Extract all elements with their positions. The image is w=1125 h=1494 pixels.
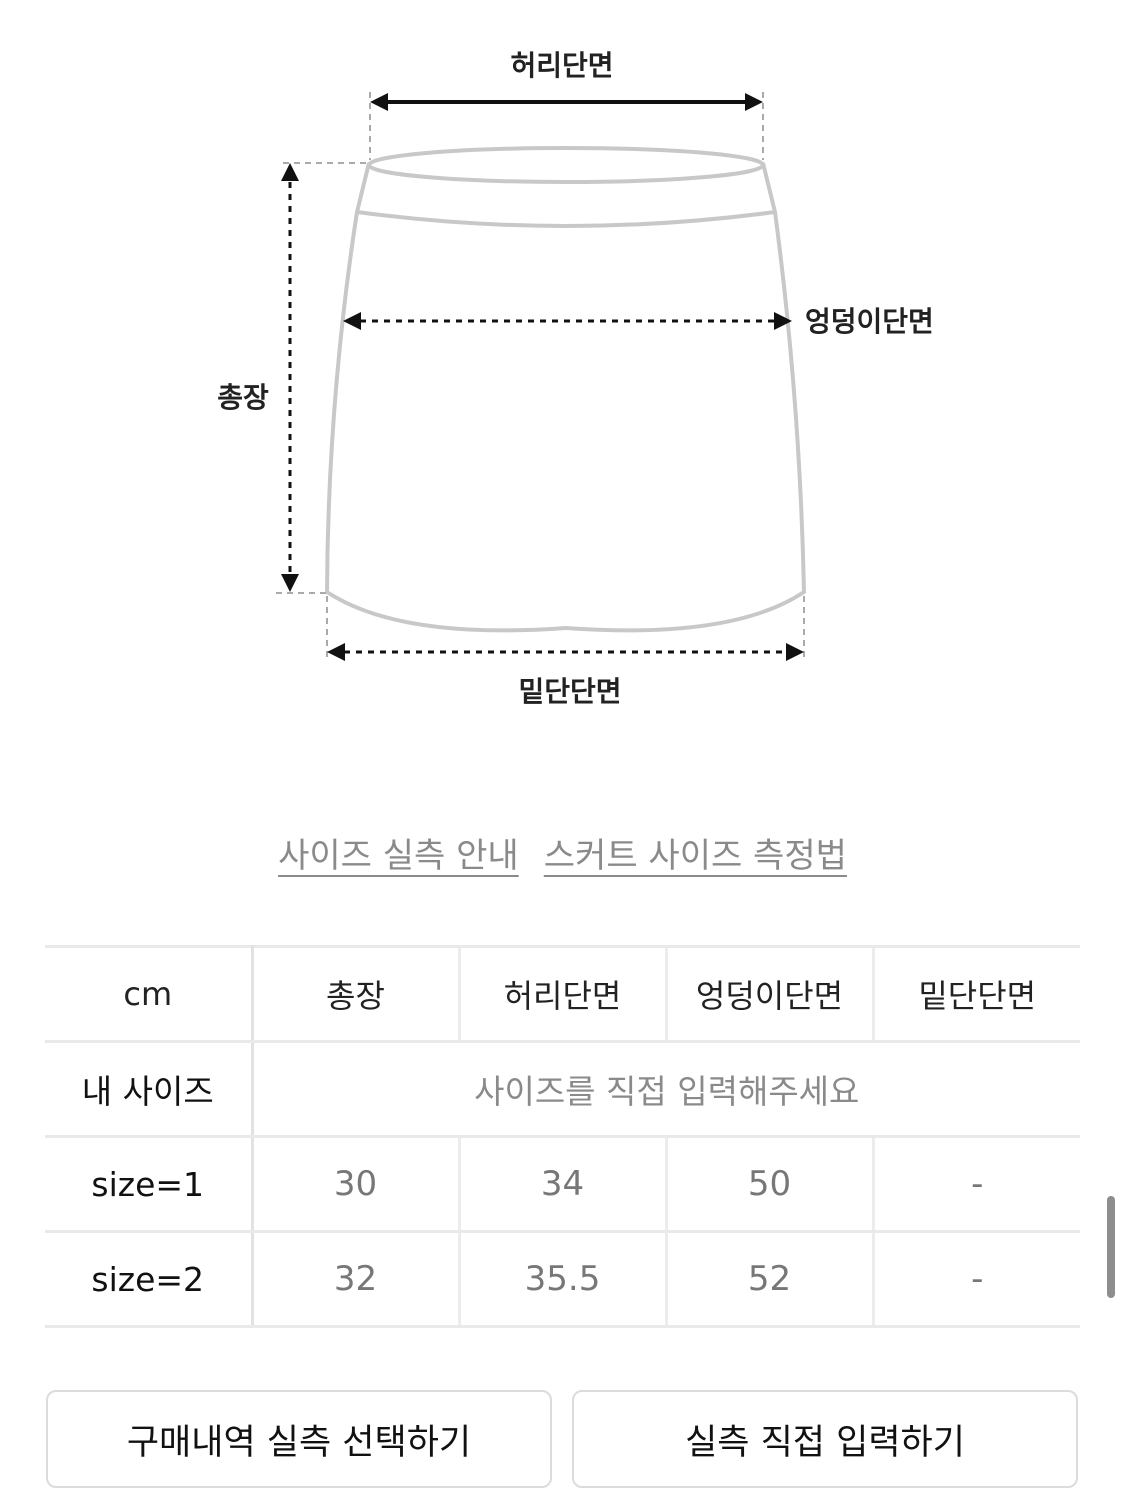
my-size-input[interactable]: 사이즈를 직접 입력해주세요 xyxy=(250,1040,1080,1138)
my-size-label: 내 사이즈 xyxy=(45,1040,254,1138)
header-hip: 엉덩이단면 xyxy=(664,945,873,1043)
skirt-outline xyxy=(324,146,807,633)
header-cm: cm xyxy=(45,945,254,1043)
size-2-waist: 35.5 xyxy=(457,1230,666,1328)
skirt-measurement-diagram: 허리단면 총장 엉덩이단면 밑단단면 xyxy=(217,49,934,708)
size-1-length: 30 xyxy=(250,1135,459,1233)
size-2-label: size=2 xyxy=(45,1230,254,1328)
guide-links: 사이즈 실측 안내 스커트 사이즈 측정법 xyxy=(0,828,1125,877)
size-2-hem: - xyxy=(871,1230,1080,1328)
size-guide-link[interactable]: 사이즈 실측 안내 xyxy=(278,828,519,877)
my-size-row: 내 사이즈 사이즈를 직접 입력해주세요 xyxy=(45,1040,1080,1138)
size-table: cm 총장 허리단면 엉덩이단면 밑단단면 내 사이즈 사이즈를 직접 입력해주… xyxy=(45,945,1080,1328)
waist-label: 허리단면 xyxy=(510,49,613,82)
header-hem: 밑단단면 xyxy=(871,945,1080,1043)
header-waist: 허리단면 xyxy=(457,945,666,1043)
purchase-history-button[interactable]: 구매내역 실측 선택하기 xyxy=(46,1390,552,1488)
table-row: size=2 32 35.5 52 - xyxy=(45,1230,1080,1328)
table-row: size=1 30 34 50 - xyxy=(45,1135,1080,1233)
header-length: 총장 xyxy=(250,945,459,1043)
direct-input-button[interactable]: 실측 직접 입력하기 xyxy=(572,1390,1078,1488)
skirt-measure-link[interactable]: 스커트 사이즈 측정법 xyxy=(544,828,847,877)
table-header-row: cm 총장 허리단면 엉덩이단면 밑단단면 xyxy=(45,945,1080,1043)
size-1-hip: 50 xyxy=(664,1135,873,1233)
length-label: 총장 xyxy=(217,381,269,414)
scrollbar[interactable] xyxy=(1107,1196,1115,1298)
size-1-hem: - xyxy=(871,1135,1080,1233)
hem-label: 밑단단면 xyxy=(518,675,621,708)
size-2-length: 32 xyxy=(250,1230,459,1328)
size-1-label: size=1 xyxy=(45,1135,254,1233)
hip-label: 엉덩이단면 xyxy=(805,305,934,338)
size-1-waist: 34 xyxy=(457,1135,666,1233)
hip-arrow xyxy=(343,312,792,330)
size-2-hip: 52 xyxy=(664,1230,873,1328)
